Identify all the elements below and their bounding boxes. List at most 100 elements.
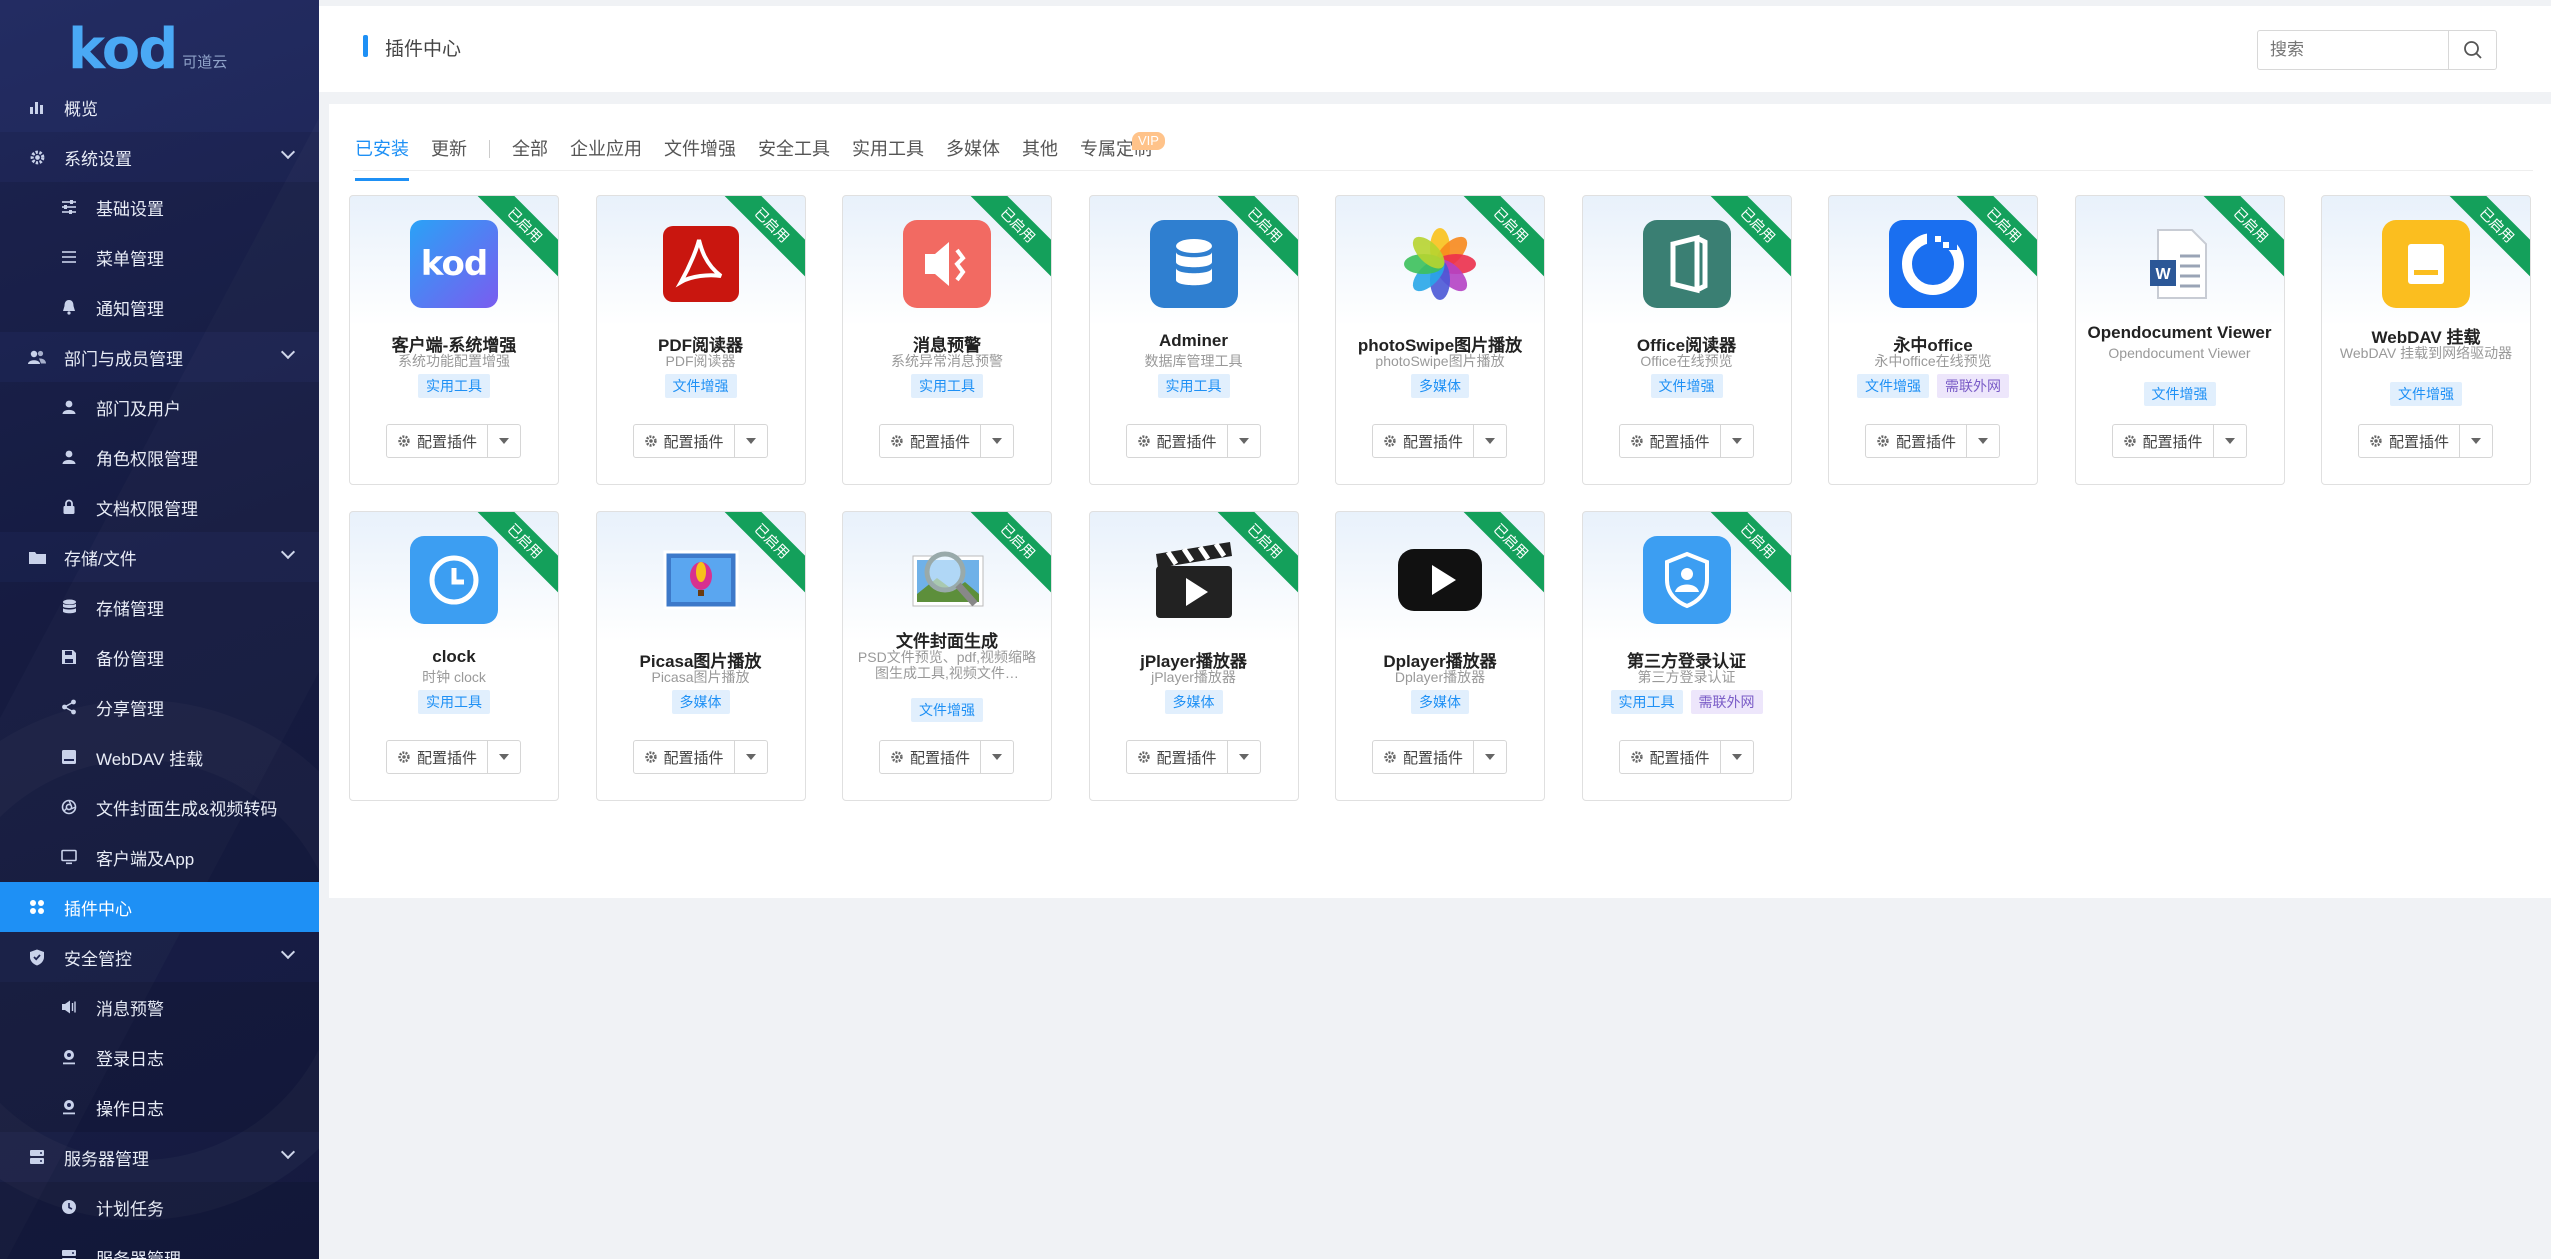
plugin-card[interactable]: 已启用 W Opendocument Viewer Opendocument View… — [2074, 195, 2285, 485]
config-dropdown-toggle[interactable] — [981, 425, 1013, 457]
config-plugin-button[interactable]: 配置插件 — [387, 741, 489, 773]
config-dropdown-toggle[interactable] — [1228, 741, 1260, 773]
tab-8[interactable]: 其他 — [1022, 132, 1058, 178]
sidebar-item-7[interactable]: 角色权限管理 — [0, 432, 319, 482]
sidebar-item-19[interactable]: 登录日志 — [0, 1032, 319, 1082]
logo[interactable]: kod 可道云 — [68, 18, 227, 78]
plugin-card[interactable]: 已启用 消息预警 系统异常消息预警 实用工具 配置插件 — [842, 195, 1052, 485]
category-tag[interactable]: 多媒体 — [1411, 374, 1469, 398]
search-button[interactable] — [2448, 31, 2496, 69]
sidebar-item-18[interactable]: 消息预警 — [0, 982, 319, 1032]
sidebar-item-6[interactable]: 部门及用户 — [0, 382, 319, 432]
category-tag[interactable]: 文件增强 — [1650, 374, 1723, 398]
config-plugin-button[interactable]: 配置插件 — [880, 425, 982, 457]
config-dropdown-toggle[interactable] — [1967, 425, 1999, 457]
category-tag[interactable]: 需联外网 — [1690, 690, 1763, 714]
config-plugin-button[interactable]: 配置插件 — [387, 425, 489, 457]
plugin-card[interactable]: 已启用 Office阅读器 Office在线预览 文件增强 配置插件 — [1581, 195, 1792, 485]
config-dropdown-toggle[interactable] — [488, 741, 520, 773]
config-dropdown-toggle[interactable] — [1721, 741, 1753, 773]
config-plugin-button[interactable]: 配置插件 — [1127, 741, 1228, 773]
config-plugin-button[interactable]: 配置插件 — [634, 425, 735, 457]
category-tag[interactable]: 需联外网 — [1937, 374, 2009, 398]
plugin-card[interactable]: 已启用 永中office 永中office在线预览 文件增强 需联外网 配置插件 — [1828, 195, 2038, 485]
search-box — [2257, 30, 2497, 70]
category-tag[interactable]: 文件增强 — [2143, 382, 2216, 406]
plugin-card[interactable]: 已启用 clock 时钟 clock 实用工具 配置插件 — [349, 511, 559, 801]
config-dropdown-toggle[interactable] — [735, 425, 767, 457]
sidebar-item-5[interactable]: 部门与成员管理 — [0, 332, 319, 382]
sidebar-item-11[interactable]: 备份管理 — [0, 632, 319, 682]
sidebar-item-3[interactable]: 菜单管理 — [0, 232, 319, 282]
config-dropdown-toggle[interactable] — [2214, 425, 2246, 457]
config-dropdown-toggle[interactable] — [735, 741, 767, 773]
tab-7[interactable]: 多媒体 — [946, 132, 1000, 178]
category-tag[interactable]: 实用工具 — [1157, 374, 1230, 398]
config-plugin-button[interactable]: 配置插件 — [1373, 425, 1475, 457]
config-plugin-button[interactable]: 配置插件 — [2113, 425, 2214, 457]
category-tag[interactable]: 多媒体 — [671, 690, 730, 714]
sidebar-item-0[interactable]: 概览 — [0, 82, 319, 132]
config-dropdown-toggle[interactable] — [2460, 425, 2492, 457]
sidebar-item-4[interactable]: 通知管理 — [0, 282, 319, 332]
tab-1[interactable]: 更新 — [431, 132, 467, 178]
category-tag[interactable]: 多媒体 — [1164, 690, 1223, 714]
sidebar-item-21[interactable]: 服务器管理 — [0, 1132, 319, 1182]
tab-0[interactable]: 已安装 — [355, 132, 409, 181]
sidebar-item-17[interactable]: 安全管控 — [0, 932, 319, 982]
plugin-card[interactable]: 已启用 Dplayer播放器 Dplayer播放器 多媒体 配置插件 — [1335, 511, 1545, 801]
plugin-card[interactable]: 已启用 jPlayer播放器 jPlayer播放器 多媒体 配置插件 — [1088, 511, 1299, 801]
sidebar-item-13[interactable]: WebDAV 挂载 — [0, 732, 319, 782]
category-tag[interactable]: 实用工具 — [418, 374, 490, 398]
tab-6[interactable]: 实用工具 — [852, 132, 924, 178]
config-plugin-button[interactable]: 配置插件 — [2359, 425, 2461, 457]
plugin-card[interactable]: 已启用 文件封面生成 PSD文件预览、pdf,视频缩略图生成工具,视频文件… 文件增强… — [842, 511, 1052, 801]
sidebar-item-8[interactable]: 文档权限管理 — [0, 482, 319, 532]
config-dropdown-toggle[interactable] — [981, 741, 1013, 773]
tab-4[interactable]: 文件增强 — [664, 132, 736, 178]
plugin-card[interactable]: 已启用 第三方登录认证 第三方登录认证 实用工具 需联外网 配置插件 — [1581, 511, 1792, 801]
category-tag[interactable]: 实用工具 — [911, 374, 983, 398]
config-plugin-button[interactable]: 配置插件 — [634, 741, 735, 773]
search-input[interactable] — [2258, 31, 2448, 69]
config-dropdown-toggle[interactable] — [1474, 741, 1506, 773]
config-dropdown-toggle[interactable] — [1228, 425, 1260, 457]
config-dropdown-toggle[interactable] — [488, 425, 520, 457]
sidebar-item-12[interactable]: 分享管理 — [0, 682, 319, 732]
category-tag[interactable]: 多媒体 — [1411, 690, 1469, 714]
plugin-card[interactable]: 已启用 WebDAV 挂载 WebDAV 挂载到网络驱动器 文件增强 配置插件 — [2321, 195, 2531, 485]
config-plugin-button[interactable]: 配置插件 — [1866, 425, 1968, 457]
sidebar-item-22[interactable]: 计划任务 — [0, 1182, 319, 1232]
config-plugin-button[interactable]: 配置插件 — [880, 741, 982, 773]
category-tag[interactable]: 文件增强 — [664, 374, 737, 398]
tab-9[interactable]: 专属定制 VIP — [1080, 132, 1165, 178]
sidebar-item-23[interactable]: 服务器管理 — [0, 1232, 319, 1259]
tab-3[interactable]: 企业应用 — [570, 132, 642, 178]
category-tag[interactable]: 文件增强 — [1857, 374, 1929, 398]
category-tag[interactable]: 文件增强 — [2390, 382, 2462, 406]
sidebar-item-2[interactable]: 基础设置 — [0, 182, 319, 232]
config-plugin-button[interactable]: 配置插件 — [1373, 741, 1475, 773]
category-tag[interactable]: 文件增强 — [911, 698, 983, 722]
sidebar-item-10[interactable]: 存储管理 — [0, 582, 319, 632]
config-plugin-button[interactable]: 配置插件 — [1620, 425, 1721, 457]
plugin-card[interactable]: 已启用 Picasa图片播放 Picasa图片播放 多媒体 配置插件 — [595, 511, 806, 801]
tab-5[interactable]: 安全工具 — [758, 132, 830, 178]
config-plugin-button[interactable]: 配置插件 — [1127, 425, 1228, 457]
config-dropdown-toggle[interactable] — [1474, 425, 1506, 457]
category-tag[interactable]: 实用工具 — [418, 690, 490, 714]
config-plugin-button[interactable]: 配置插件 — [1620, 741, 1721, 773]
sidebar-item-9[interactable]: 存储/文件 — [0, 532, 319, 582]
sidebar-item-15[interactable]: 客户端及App — [0, 832, 319, 882]
sidebar-item-20[interactable]: 操作日志 — [0, 1082, 319, 1132]
plugin-card[interactable]: 已启用 kod 客户端-系统增强 系统功能配置增强 实用工具 配置插件 — [349, 195, 559, 485]
sidebar-item-1[interactable]: 系统设置 — [0, 132, 319, 182]
sidebar-item-14[interactable]: 文件封面生成&视频转码 — [0, 782, 319, 832]
plugin-card[interactable]: 已启用 Adminer 数据库管理工具 实用工具 配置插件 — [1088, 195, 1299, 485]
config-dropdown-toggle[interactable] — [1721, 425, 1753, 457]
tab-2[interactable]: 全部 — [512, 132, 548, 178]
category-tag[interactable]: 实用工具 — [1610, 690, 1683, 714]
plugin-card[interactable]: 已启用 photoSwipe图片播放 photoSwipe图片播放 多媒体 配置插件 — [1335, 195, 1545, 485]
sidebar-item-16[interactable]: 插件中心 — [0, 882, 319, 932]
plugin-card[interactable]: 已启用 PDF阅读器 PDF阅读器 文件增强 配置插件 — [595, 195, 806, 485]
